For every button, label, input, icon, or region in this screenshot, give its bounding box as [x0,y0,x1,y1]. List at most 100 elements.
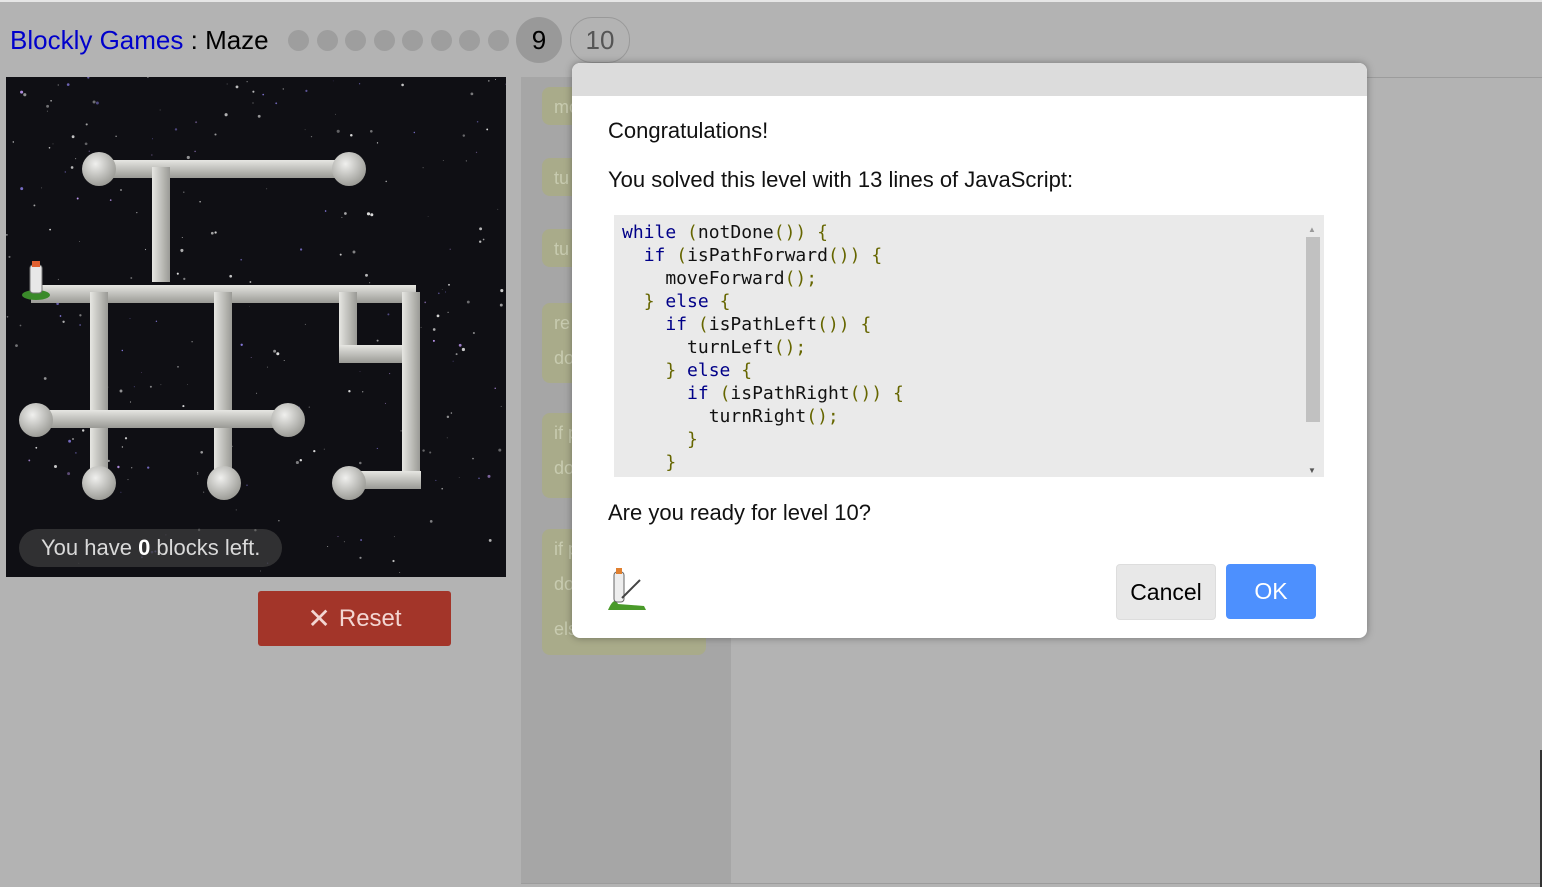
star [115,135,117,137]
level-dot-7[interactable] [459,29,480,51]
star [429,520,433,523]
star [392,559,395,563]
star [376,447,378,449]
star [15,344,18,347]
block-label: re [554,313,571,333]
level-next[interactable]: 10 [570,17,630,63]
star [203,491,205,493]
star [399,572,401,574]
star [446,437,448,439]
level-current[interactable]: 9 [516,17,562,63]
star [210,231,214,235]
star [359,556,362,559]
star [183,277,186,281]
star [335,113,336,115]
star [450,412,453,414]
level-dot-6[interactable] [430,29,452,51]
star [295,460,299,465]
star [472,457,474,460]
game-name: Maze [205,25,269,55]
reset-button[interactable]: ✕ Reset [258,591,451,646]
code-scrollbar[interactable]: ▲ ▼ [1304,223,1320,475]
cancel-button[interactable]: Cancel [1116,564,1216,620]
star [276,352,280,356]
star [436,314,440,318]
scroll-up-icon[interactable]: ▲ [1308,225,1316,234]
star [478,240,482,243]
maze-svg [6,77,506,574]
star [131,467,133,469]
star [369,129,373,133]
reset-label: Reset [338,604,402,632]
star [448,283,450,286]
star [389,373,391,375]
capacity-count: 0 [138,535,151,560]
level-dot-8[interactable] [487,29,509,51]
star [376,142,379,144]
star [33,204,36,207]
star [20,187,24,191]
star [494,387,496,389]
star [266,188,268,190]
star [466,300,470,304]
star [441,487,444,490]
star [461,347,465,352]
star [49,228,51,231]
star [422,449,425,452]
star [422,167,424,169]
star [52,143,54,145]
star [84,142,88,146]
star [186,383,188,385]
star [120,491,122,493]
code-text: while (notDone()) { if (isPathForward())… [622,222,904,473]
star [360,539,363,541]
star [159,109,161,111]
level-dot-2[interactable] [316,29,338,51]
star [442,160,444,161]
star [43,377,47,380]
blockly-games-link[interactable]: Blockly Games [10,25,183,55]
scrollbar-thumb[interactable] [1306,237,1320,422]
star [487,474,491,478]
star [341,216,343,218]
star [246,484,248,486]
star [144,248,147,251]
level-dot-5[interactable] [402,29,423,51]
star [441,289,443,290]
star [149,385,152,388]
star [458,477,460,478]
star [455,353,458,356]
star [197,471,199,473]
scroll-down-icon[interactable]: ▼ [1308,466,1316,475]
star [79,314,82,317]
level-dot-3[interactable] [345,29,366,51]
star [71,135,75,139]
star [79,241,80,242]
ok-button[interactable]: OK [1226,564,1316,619]
star [432,328,436,331]
star [70,166,74,169]
star [487,80,490,82]
star [109,199,112,201]
star [350,133,353,137]
star [174,128,178,131]
star [81,429,85,432]
star [200,450,204,454]
star [358,83,361,85]
star [141,372,142,373]
star [183,191,185,193]
star [452,360,454,362]
level-dot-1[interactable] [288,29,309,51]
star [85,123,88,126]
level-dot-4[interactable] [373,29,395,51]
star [197,473,199,475]
star [472,331,475,335]
star [240,258,243,261]
star [48,147,51,149]
star [133,386,135,388]
star [121,446,124,448]
star [479,227,483,231]
star [46,104,50,108]
star [359,371,361,372]
code-listing[interactable]: while (notDone()) { if (isPathForward())… [614,215,1324,477]
